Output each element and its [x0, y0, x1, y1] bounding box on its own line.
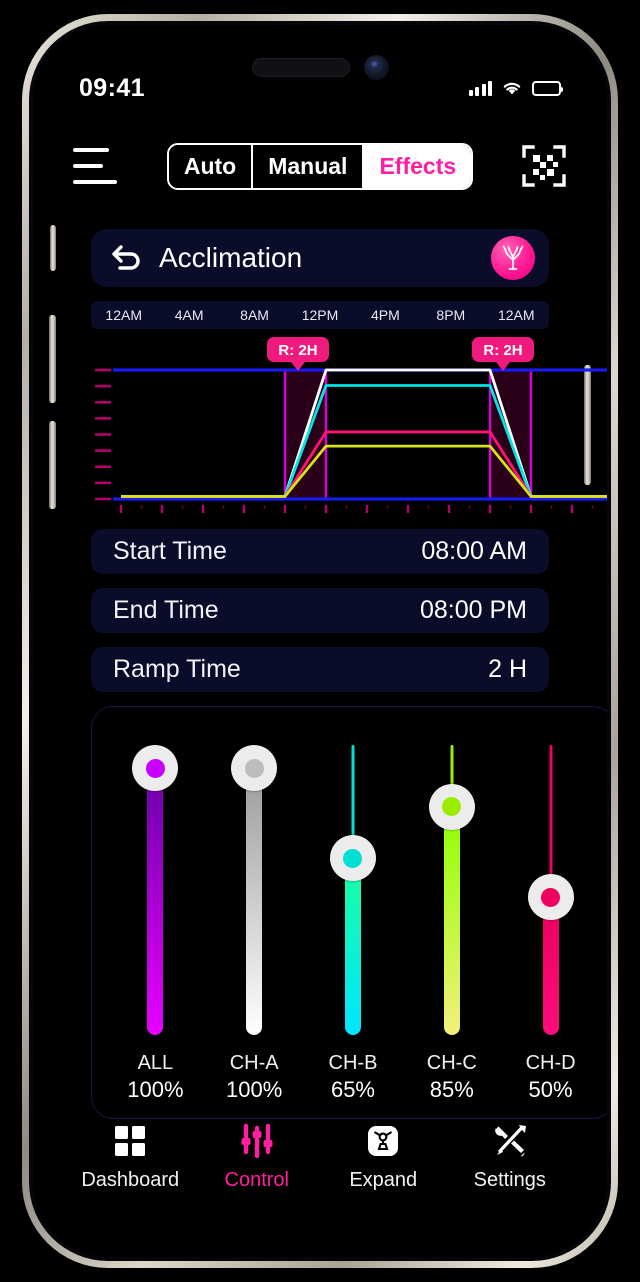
phone-screen: 09:41 Auto Manual Effects Acclimation 12… [33, 25, 607, 1257]
slider-ch-d[interactable] [511, 707, 591, 1042]
tab-auto[interactable]: Auto [168, 144, 254, 188]
slider-fill [246, 767, 263, 1035]
slider-label-ch-b: CH-B 65% [313, 1050, 393, 1104]
start-time-value: 08:00 AM [421, 537, 527, 565]
slider-channel-name: CH-B [328, 1052, 378, 1074]
slider-ch-a[interactable] [214, 707, 294, 1042]
slider-thumb[interactable] [329, 835, 376, 882]
slider-channel-name: CH-D [525, 1052, 576, 1074]
tab-effects[interactable]: Effects [364, 144, 472, 188]
slider-channel-name: CH-A [229, 1052, 279, 1074]
effect-title-card[interactable]: Acclimation [91, 229, 549, 287]
channel-sliders-panel: ALL 100% CH-A 100% CH-B 65% CH-C 85% CH-D 50% [91, 706, 607, 1119]
bottom-navigation: Dashboard Control Expand Settings [33, 1109, 607, 1205]
time-tick: 12AM [105, 307, 142, 323]
slider-percent-value: 65% [330, 1077, 375, 1102]
time-tick: 12AM [497, 307, 535, 323]
wifi-icon [503, 82, 521, 95]
time-tick: 12PM [301, 307, 339, 323]
slider-fill [147, 767, 164, 1035]
time-tick: 4PM [371, 307, 400, 323]
end-time-value: 08:00 PM [419, 596, 527, 624]
time-tick: 4AM [174, 307, 204, 323]
slider-label-ch-c: CH-C 85% [412, 1050, 492, 1104]
end-time-label: End Time [113, 596, 219, 624]
ramp-time-value: 2 H [488, 655, 527, 683]
mode-segmented-control[interactable]: Auto Manual Effects [166, 142, 474, 190]
dynamic-island [33, 55, 607, 80]
nav-label-control: Control [224, 1169, 289, 1191]
chart-canvas: R: 2H R: 2H [95, 337, 607, 513]
back-arrow-icon[interactable] [111, 243, 143, 273]
earpiece-speaker-icon [251, 58, 350, 77]
slider-channel-name: ALL [137, 1052, 174, 1074]
device-icon [364, 1122, 402, 1160]
ramp-time-row[interactable]: Ramp Time 2 H [91, 647, 549, 692]
nav-label-dashboard: Dashboard [81, 1169, 180, 1191]
slider-thumb[interactable] [231, 745, 278, 791]
slider-channel-name: CH-C [426, 1052, 477, 1074]
nav-item-control[interactable]: Control [197, 1122, 317, 1192]
slider-fill [344, 857, 361, 1035]
slider-ch-c[interactable] [412, 707, 492, 1042]
svg-text:R: 2H: R: 2H [483, 342, 522, 359]
battery-icon [532, 80, 563, 96]
slider-all[interactable] [115, 707, 195, 1042]
volume-up-button[interactable] [49, 315, 56, 403]
tools-icon [491, 1122, 529, 1160]
slider-label-all: ALL 100% [115, 1050, 195, 1104]
slider-label-ch-d: CH-D 50% [511, 1050, 591, 1104]
sliders-icon [238, 1122, 276, 1160]
slider-fill [443, 805, 460, 1035]
phone-frame: 09:41 Auto Manual Effects Acclimation 12… [22, 14, 618, 1268]
slider-percent-value: 85% [429, 1077, 474, 1102]
slider-labels-row: ALL 100% CH-A 100% CH-B 65% CH-C 85% CH-D 50% [92, 1050, 607, 1104]
tab-manual[interactable]: Manual [253, 144, 365, 188]
time-tick: 8AM [240, 307, 269, 323]
silent-switch-button[interactable] [50, 225, 56, 271]
page-title: Acclimation [159, 242, 303, 273]
phone-bezel: 09:41 Auto Manual Effects Acclimation 12… [29, 21, 611, 1261]
slider-track-row [92, 707, 607, 1042]
status-icons [468, 80, 563, 96]
ramp-badge: R: 2H [267, 337, 329, 371]
qr-scan-icon[interactable] [521, 143, 567, 189]
slider-label-ch-a: CH-A 100% [214, 1050, 294, 1104]
nav-item-settings[interactable]: Settings [450, 1122, 570, 1192]
ramp-time-label: Ramp Time [113, 655, 241, 683]
slider-ch-b[interactable] [313, 707, 393, 1042]
slider-thumb[interactable] [132, 745, 179, 791]
front-camera-icon [363, 55, 389, 80]
coral-tree-icon[interactable] [491, 236, 535, 280]
slider-percent-value: 100% [127, 1077, 184, 1102]
nav-label-expand: Expand [349, 1169, 418, 1191]
top-bar: Auto Manual Effects [33, 131, 607, 201]
svg-text:R: 2H: R: 2H [278, 342, 317, 359]
hamburger-menu-icon[interactable] [73, 148, 119, 184]
end-time-row[interactable]: End Time 08:00 PM [91, 588, 549, 633]
cellular-signal-icon [468, 80, 492, 96]
acclimation-chart: R: 2H R: 2H [91, 337, 607, 517]
start-time-label: Start Time [113, 537, 227, 565]
slider-thumb[interactable] [428, 783, 475, 830]
volume-down-button[interactable] [49, 421, 56, 509]
slider-percent-value: 100% [226, 1077, 283, 1102]
ramp-badge: R: 2H [472, 337, 534, 371]
nav-label-settings: Settings [473, 1169, 546, 1191]
nav-item-dashboard[interactable]: Dashboard [70, 1122, 190, 1192]
time-tick: 8PM [436, 307, 466, 323]
nav-item-expand[interactable]: Expand [323, 1122, 443, 1192]
grid-icon [111, 1122, 149, 1160]
slider-thumb[interactable] [527, 874, 574, 920]
start-time-row[interactable]: Start Time 08:00 AM [91, 529, 549, 574]
time-axis-bar: 12AM 4AM 8AM 12PM 4PM 8PM 12AM [91, 301, 549, 329]
slider-percent-value: 50% [528, 1077, 573, 1102]
